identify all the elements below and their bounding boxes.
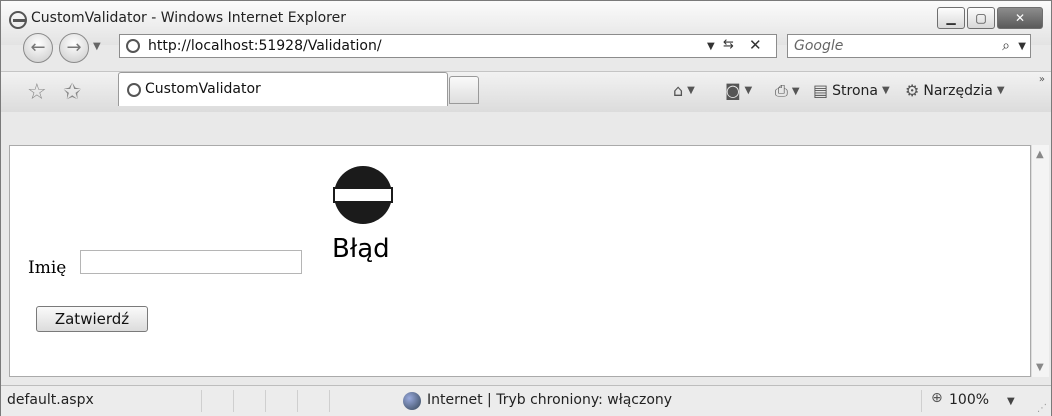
search-dropdown-icon[interactable]: ▼ bbox=[1018, 41, 1026, 52]
forward-button[interactable]: → bbox=[59, 33, 89, 63]
scroll-up-icon[interactable]: ▲ bbox=[1036, 149, 1044, 160]
page-menu[interactable]: ▤ Strona ▼ bbox=[813, 81, 890, 100]
minimize-button[interactable]: ▁ bbox=[937, 7, 965, 29]
print-button[interactable]: ⎙ ▼ bbox=[775, 81, 800, 101]
vertical-scrollbar[interactable]: ▲ ▼ bbox=[1031, 145, 1049, 377]
window-title: CustomValidator - Windows Internet Explo… bbox=[31, 10, 346, 26]
zoom-level[interactable]: 100% bbox=[949, 392, 989, 408]
status-divider bbox=[921, 390, 922, 412]
tab-page-icon bbox=[127, 83, 141, 97]
printer-icon: ⎙ bbox=[775, 81, 788, 100]
add-favorites-icon[interactable]: ✩ bbox=[63, 80, 81, 105]
gear-icon: ⚙ bbox=[905, 81, 920, 100]
page-content: Błąd Imię Zatwierdź bbox=[9, 145, 1031, 377]
status-divider bbox=[265, 390, 266, 412]
home-icon: ⌂ bbox=[673, 81, 684, 100]
name-field-label: Imię bbox=[28, 258, 67, 278]
favorites-star-icon[interactable]: ☆ bbox=[27, 80, 47, 105]
page-menu-icon: ▤ bbox=[813, 81, 829, 100]
zoom-dropdown-icon[interactable]: ▼ bbox=[1007, 396, 1015, 407]
status-left-text: default.aspx bbox=[7, 392, 94, 408]
back-arrow-icon: ← bbox=[30, 37, 46, 58]
feeds-button[interactable]: ◙ ▼ bbox=[725, 81, 752, 100]
stop-icon[interactable]: ✕ bbox=[749, 36, 762, 54]
forward-arrow-icon: → bbox=[66, 37, 82, 58]
window-controls: ▁ ▢ ✕ bbox=[937, 7, 1043, 29]
name-input[interactable] bbox=[80, 250, 302, 274]
search-icon[interactable]: ⌕ bbox=[1002, 38, 1010, 54]
page-menu-label: Strona bbox=[832, 82, 878, 99]
tab-customvalidator[interactable]: CustomValidator bbox=[118, 72, 448, 106]
page-menu-dropdown-icon: ▼ bbox=[881, 85, 890, 96]
search-placeholder[interactable]: Google bbox=[794, 38, 843, 54]
search-box[interactable]: Google ⌕ ▼ bbox=[787, 34, 1031, 58]
status-divider bbox=[201, 390, 202, 412]
zoom-icon[interactable]: ⊕ bbox=[931, 390, 943, 406]
maximize-button[interactable]: ▢ bbox=[967, 7, 995, 29]
tools-menu-dropdown-icon: ▼ bbox=[996, 85, 1005, 96]
scroll-down-icon[interactable]: ▼ bbox=[1036, 362, 1044, 373]
submit-button[interactable]: Zatwierdź bbox=[36, 306, 148, 332]
refresh-icon[interactable]: ⇆ bbox=[723, 37, 734, 52]
new-tab-button[interactable] bbox=[449, 76, 479, 104]
browser-window: CustomValidator - Windows Internet Explo… bbox=[0, 0, 1052, 416]
address-dropdown-icon[interactable]: ▼ bbox=[707, 41, 715, 52]
close-button[interactable]: ✕ bbox=[997, 7, 1043, 29]
globe-icon bbox=[403, 392, 421, 410]
status-divider bbox=[233, 390, 234, 412]
address-url[interactable]: http://localhost:51928/Validation/ bbox=[148, 38, 382, 54]
ie-icon bbox=[9, 11, 27, 29]
tools-menu-label: Narzędzia bbox=[923, 82, 993, 99]
status-divider bbox=[329, 390, 330, 412]
security-zone-text[interactable]: Internet | Tryb chroniony: włączony bbox=[427, 392, 672, 408]
resize-grip-icon[interactable]: ⋰ bbox=[1037, 403, 1047, 414]
page-icon bbox=[126, 39, 140, 53]
chevron-more-icon[interactable]: » bbox=[1039, 74, 1045, 85]
error-icon bbox=[333, 166, 393, 224]
feeds-dropdown-icon[interactable]: ▼ bbox=[745, 85, 753, 96]
tools-menu[interactable]: ⚙ Narzędzia ▼ bbox=[905, 81, 1005, 100]
address-bar[interactable]: http://localhost:51928/Validation/ bbox=[119, 34, 777, 58]
home-dropdown-icon[interactable]: ▼ bbox=[687, 85, 695, 96]
status-divider bbox=[297, 390, 298, 412]
command-bar: ☆ ✩ CustomValidator ⌂ ▼ ◙ ▼ ⎙ ▼ ▤ Strona ▼ … bbox=[1, 71, 1051, 112]
status-bar: default.aspx Internet | Tryb chroniony: … bbox=[1, 385, 1051, 416]
home-button[interactable]: ⌂ ▼ bbox=[673, 81, 695, 100]
back-button[interactable]: ← bbox=[23, 33, 53, 63]
history-dropdown-icon[interactable]: ▼ bbox=[93, 41, 101, 52]
print-dropdown-icon[interactable]: ▼ bbox=[792, 86, 800, 97]
validation-error-text: Błąd bbox=[332, 234, 390, 264]
rss-icon: ◙ bbox=[725, 81, 741, 100]
tab-label: CustomValidator bbox=[145, 81, 261, 97]
